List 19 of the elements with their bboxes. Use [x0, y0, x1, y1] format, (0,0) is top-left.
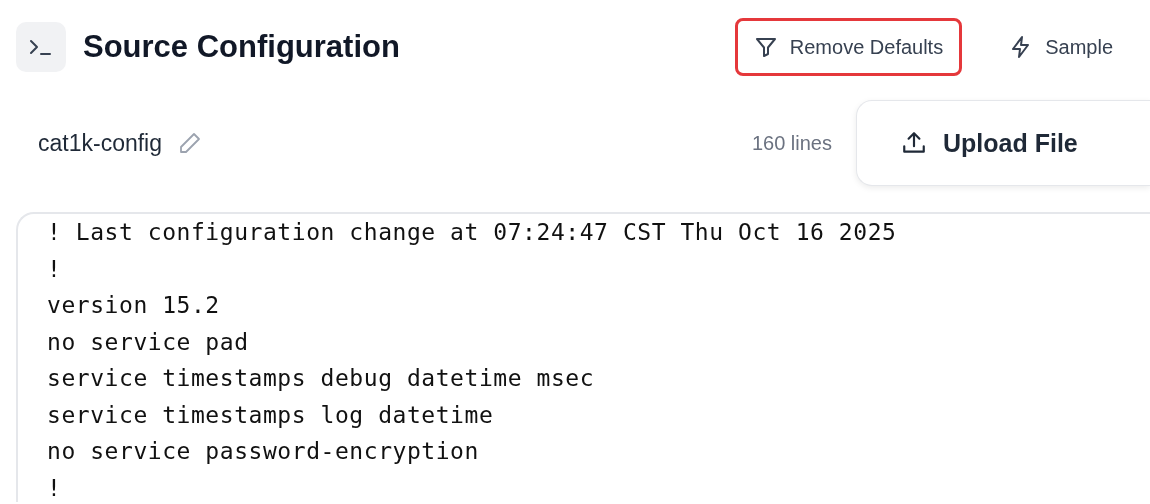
sample-button[interactable]: Sample [990, 18, 1132, 76]
upload-file-button[interactable]: Upload File [856, 100, 1150, 186]
pencil-icon[interactable] [178, 131, 202, 155]
code-line: version 15.2 [47, 291, 221, 320]
code-line: ! Last configuration change at 07:24:47 CST Thu Oct 16 2025 [47, 218, 898, 247]
line-count: 160 lines [751, 131, 832, 155]
file-name: cat1k-config [38, 129, 162, 157]
code-line: no service password-encryption [47, 437, 480, 466]
page-title: Source Configuration [83, 29, 401, 65]
remove-defaults-button[interactable]: Remove Defaults [734, 18, 963, 76]
code-editor[interactable]: ! Last configuration change at 07:24:47 CST Thu Oct 16 2025 ! version 15.2 no service pad service timestamps debug datetime msec service timestamps log datetime no service password-encryption ! [16, 212, 1150, 502]
code-line: no service pad [47, 327, 250, 357]
code-line: ! [47, 254, 63, 284]
code-line: service timestamps debug datetime msec [47, 364, 596, 393]
filter-icon [753, 35, 778, 59]
code-line: ! [47, 473, 63, 503]
upload-icon [901, 130, 927, 156]
code-line: service timestamps log datetime [47, 400, 495, 430]
terminal-icon [16, 22, 66, 72]
